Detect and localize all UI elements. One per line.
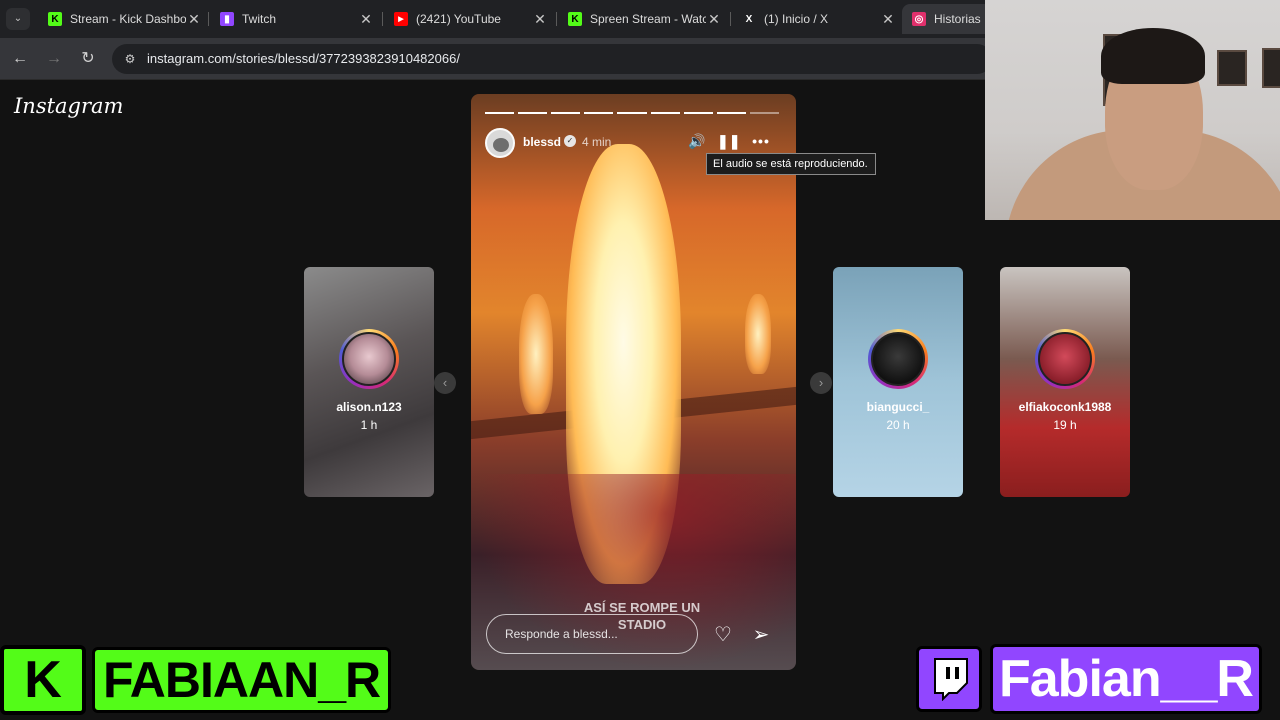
tab-youtube[interactable]: ▶ (2421) YouTube ✕ <box>384 4 558 34</box>
tab-label: Historias • <box>934 12 982 26</box>
story-viewer[interactable]: blessd ✓ 4 min 🔊 ❚❚ ••• ASÍ SE ROMPE UN … <box>471 94 796 670</box>
tab-label: Spreen Stream - Watch <box>590 12 706 26</box>
tab-label: Stream - Kick Dashboard <box>70 12 186 26</box>
reply-input[interactable]: Responde a blessd... <box>486 614 698 654</box>
flame-jet <box>745 294 771 374</box>
previous-story-button[interactable]: ‹ <box>434 372 456 394</box>
more-options-icon[interactable]: ••• <box>751 131 771 151</box>
instagram-logo[interactable]: Instagram <box>14 94 123 118</box>
story-time: 4 min <box>582 135 612 149</box>
tab-twitch[interactable]: ▮ Twitch ✕ <box>210 4 384 34</box>
story-time: 1 h <box>360 418 378 432</box>
progress-segment <box>485 112 515 114</box>
close-icon[interactable]: ✕ <box>532 11 548 28</box>
url-text[interactable]: instagram.com/stories/blessd/37723938239… <box>147 51 460 66</box>
kick-branding: K FABIAAN_R <box>0 645 392 715</box>
story-username[interactable]: blessd <box>523 135 561 149</box>
send-icon[interactable]: ➢ <box>748 622 774 648</box>
tab-kick-dashboard[interactable]: K Stream - Kick Dashboard ✕ <box>38 4 212 34</box>
audio-tooltip: El audio se está reproduciendo. <box>706 153 876 175</box>
tab-separator <box>382 12 383 26</box>
next-story-button[interactable]: › <box>810 372 832 394</box>
progress-segment <box>683 112 713 114</box>
story-card-alison[interactable]: alison.n123 1 h <box>304 267 434 497</box>
x-icon: X <box>745 13 753 25</box>
avatar <box>339 329 399 389</box>
kick-logo-icon: K <box>0 645 86 715</box>
kick-username: FABIAAN_R <box>92 647 392 713</box>
wall-picture <box>1262 48 1280 88</box>
story-username: elfiakoconk1988 <box>1018 400 1112 414</box>
tab-separator <box>730 12 731 26</box>
story-card-biangucci[interactable]: biangucci_ 20 h <box>833 267 963 497</box>
story-header: blessd ✓ 4 min 🔊 ❚❚ ••• <box>485 128 785 158</box>
kick-icon: K <box>48 12 62 26</box>
close-icon[interactable]: ✕ <box>880 11 896 28</box>
verified-badge-icon: ✓ <box>564 135 576 147</box>
progress-segment <box>650 112 680 114</box>
flame-jet <box>519 294 553 414</box>
webcam-overlay <box>985 0 1280 220</box>
story-progress-bar <box>485 112 779 114</box>
close-icon[interactable]: ✕ <box>358 11 374 28</box>
tab-label: (2421) YouTube <box>416 12 501 26</box>
twitch-icon: ▮ <box>220 12 234 26</box>
close-icon[interactable]: ✕ <box>706 11 722 28</box>
story-username: alison.n123 <box>336 400 402 414</box>
progress-segment <box>716 112 746 114</box>
kick-icon: K <box>568 12 582 26</box>
heart-icon[interactable]: ♡ <box>710 622 736 648</box>
tab-label: (1) Inicio / X <box>764 12 829 26</box>
avatar <box>868 329 928 389</box>
tab-separator <box>208 12 209 26</box>
back-arrow-icon[interactable]: ← <box>9 48 31 70</box>
story-time: 20 h <box>886 418 910 432</box>
progress-segment <box>749 112 779 114</box>
progress-segment <box>617 112 647 114</box>
progress-segment <box>551 112 581 114</box>
tab-instagram-historias[interactable]: ◎ Historias • <box>902 4 992 34</box>
progress-segment <box>518 112 548 114</box>
reply-placeholder: Responde a blessd... <box>505 627 618 641</box>
avatar <box>1035 329 1095 389</box>
instagram-icon: ◎ <box>912 12 926 26</box>
tab-label: Twitch <box>242 12 277 26</box>
audio-icon[interactable]: 🔊 <box>687 131 707 151</box>
wall-picture <box>1217 50 1247 86</box>
reload-icon[interactable]: ↻ <box>77 48 99 70</box>
tab-separator <box>556 12 557 26</box>
twitch-username: Fabian__R <box>990 644 1262 714</box>
avatar[interactable] <box>485 128 515 158</box>
youtube-icon: ▶ <box>394 12 408 26</box>
twitch-branding: Fabian__R <box>916 643 1262 715</box>
tab-search-button[interactable]: ⌄ <box>6 8 30 30</box>
address-bar[interactable]: ⚙ instagram.com/stories/blessd/377239382… <box>112 44 992 74</box>
progress-segment <box>584 112 614 114</box>
webcam-person <box>1101 28 1205 84</box>
tab-spreen-stream[interactable]: K Spreen Stream - Watch ✕ <box>558 4 732 34</box>
story-time: 19 h <box>1053 418 1077 432</box>
tab-x[interactable]: X (1) Inicio / X ✕ <box>732 4 906 34</box>
pause-icon[interactable]: ❚❚ <box>717 131 740 151</box>
story-card-elfiakoconk[interactable]: elfiakoconk1988 19 h <box>1000 267 1130 497</box>
site-settings-icon[interactable]: ⚙ <box>122 51 138 67</box>
twitch-logo-icon <box>916 646 982 712</box>
story-username: biangucci_ <box>866 400 930 414</box>
forward-arrow-icon[interactable]: → <box>43 48 65 70</box>
close-icon[interactable]: ✕ <box>186 11 202 28</box>
